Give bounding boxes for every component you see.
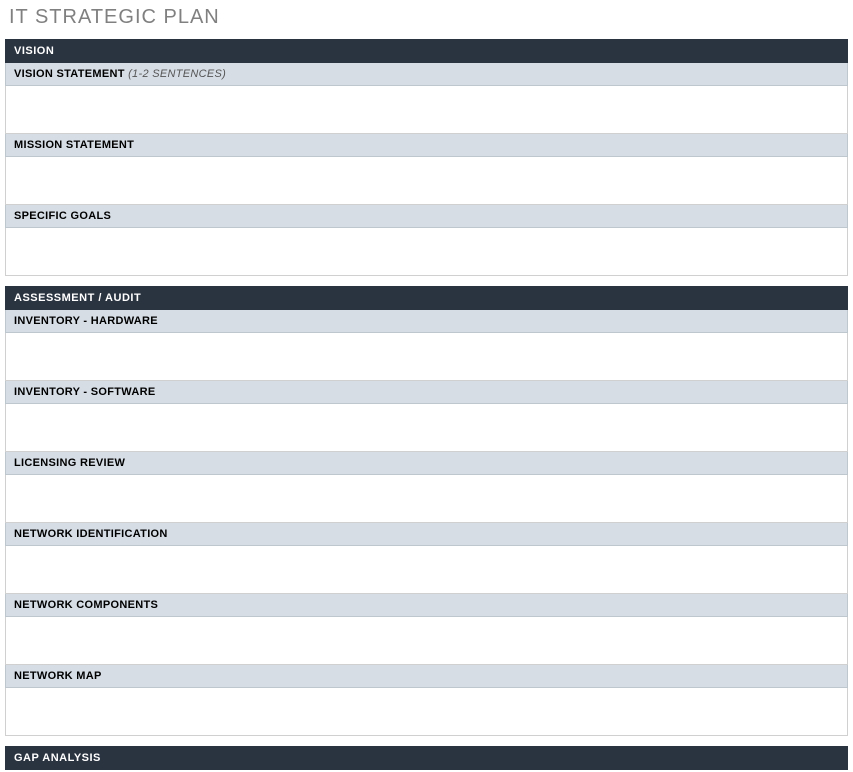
network-components-field[interactable] — [5, 617, 848, 665]
inventory-software-field[interactable] — [5, 404, 848, 452]
subheader-network-map: NETWORK MAP — [5, 665, 848, 688]
vision-statement-field[interactable] — [5, 86, 848, 134]
subheader-vision-statement: VISION STATEMENT (1-2 SENTENCES) — [5, 63, 848, 86]
subheader-specific-goals: SPECIFIC GOALS — [5, 205, 848, 228]
network-map-field[interactable] — [5, 688, 848, 736]
subheader-licensing-review: LICENSING REVIEW — [5, 452, 848, 475]
vision-statement-hint: (1-2 SENTENCES) — [128, 68, 226, 80]
subheader-network-identification: NETWORK IDENTIFICATION — [5, 523, 848, 546]
mission-statement-field[interactable] — [5, 157, 848, 205]
subheader-inventory-hardware: INVENTORY - HARDWARE — [5, 310, 848, 333]
subheader-network-components: NETWORK COMPONENTS — [5, 594, 848, 617]
section-header-assessment: ASSESSMENT / AUDIT — [5, 286, 848, 310]
licensing-review-field[interactable] — [5, 475, 848, 523]
specific-goals-field[interactable] — [5, 228, 848, 276]
network-identification-field[interactable] — [5, 546, 848, 594]
vision-statement-label: VISION STATEMENT — [14, 68, 125, 80]
section-header-gap-analysis: GAP ANALYSIS — [5, 746, 848, 770]
section-header-vision: VISION — [5, 39, 848, 63]
inventory-hardware-field[interactable] — [5, 333, 848, 381]
subheader-mission-statement: MISSION STATEMENT — [5, 134, 848, 157]
subheader-inventory-software: INVENTORY - SOFTWARE — [5, 381, 848, 404]
page-title: IT STRATEGIC PLAN — [5, 0, 848, 39]
